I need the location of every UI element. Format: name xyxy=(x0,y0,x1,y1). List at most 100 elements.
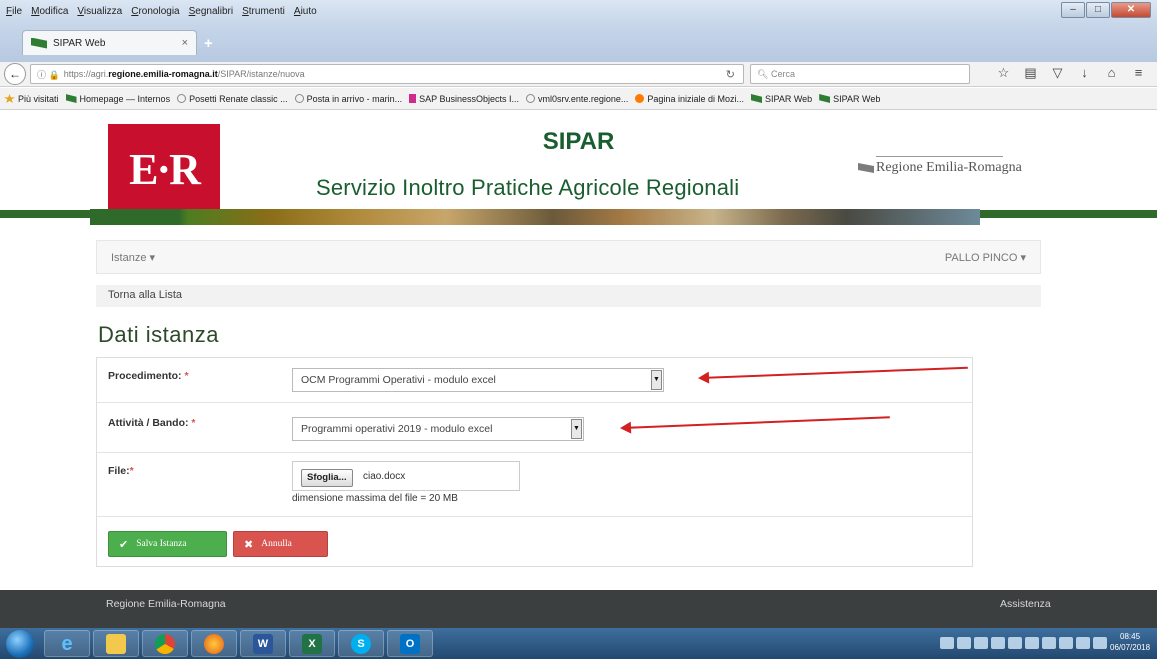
excel-icon: X xyxy=(302,633,322,654)
bookmark-item[interactable]: SIPAR Web xyxy=(750,93,813,104)
form-row-attivita: Attività / Bando: * Programmi operativi … xyxy=(97,403,972,453)
bookmark-item[interactable]: Pagina iniziale di Mozi... xyxy=(635,94,744,104)
attivita-bando-select[interactable]: Programmi operativi 2019 - modulo excel … xyxy=(292,417,584,441)
close-tab-icon[interactable]: × xyxy=(182,37,188,49)
window-controls: – □ ✕ xyxy=(1060,2,1151,18)
tab-sipar-web[interactable]: SIPAR Web × xyxy=(22,30,197,55)
green-flag-icon xyxy=(819,94,831,103)
user-dropdown[interactable]: PALLO PINCO ▾ xyxy=(945,251,1026,264)
tray-icon[interactable] xyxy=(1025,637,1039,649)
url-domain: regione.emilia-romagna.it xyxy=(108,69,218,79)
word-icon: W xyxy=(253,633,273,654)
menu-cronologia[interactable]: Cronologia xyxy=(131,6,179,17)
page-title: Dati istanza xyxy=(98,322,219,347)
header-banner-image xyxy=(90,209,980,225)
outlook-icon: O xyxy=(400,633,420,654)
minimize-icon[interactable]: – xyxy=(1061,2,1085,18)
taskbar-clock[interactable]: 08:45 06/07/2018 xyxy=(1110,631,1150,653)
menu-modifica[interactable]: Modifica xyxy=(31,6,68,17)
header-stripe xyxy=(0,210,90,218)
back-to-list-link[interactable]: Torna alla Lista xyxy=(108,289,182,301)
bookmark-item[interactable]: Homepage — Internos xyxy=(65,94,170,104)
browser-navbar: ← ⓘ 🔒 https://agri. regione.emilia-romagn… xyxy=(0,62,1157,87)
chrome-icon xyxy=(155,633,175,654)
bookmark-label: Più visitati xyxy=(18,93,59,104)
taskbar-ie[interactable]: e xyxy=(44,630,90,657)
browser-tabbar: SIPAR Web × + xyxy=(0,22,1157,62)
start-button-icon[interactable] xyxy=(6,630,34,658)
menu-strumenti[interactable]: Strumenti xyxy=(242,6,285,17)
footer-region: Regione Emilia-Romagna xyxy=(106,598,226,610)
bookmark-item[interactable]: vml0srv.ente.regione... xyxy=(526,94,628,104)
maximize-icon[interactable]: □ xyxy=(1086,2,1110,18)
taskbar-chrome[interactable] xyxy=(142,630,188,657)
menu-file[interactable]: File xyxy=(6,6,22,17)
reload-icon[interactable]: ↻ xyxy=(726,68,735,81)
globe-icon xyxy=(177,94,187,103)
istanze-dropdown[interactable]: Istanze ▾ xyxy=(111,251,155,264)
site-identity-icon[interactable]: ⓘ 🔒 xyxy=(37,68,60,81)
bookmark-label: Pagina iniziale di Mozi... xyxy=(647,93,744,104)
menu-visualizza[interactable]: Visualizza xyxy=(77,6,122,17)
bookmark-label: SIPAR Web xyxy=(764,93,813,104)
procedimento-label: Procedimento: * xyxy=(108,370,189,382)
tray-icon[interactable] xyxy=(940,637,954,649)
tray-icon[interactable] xyxy=(957,637,971,649)
file-input[interactable]: Sfoglia... ciao.docx xyxy=(292,461,520,491)
procedimento-select[interactable]: OCM Programmi Operativi - modulo excel ▼ xyxy=(292,368,664,392)
site-title: SIPAR xyxy=(542,128,615,155)
menu-segnalibri[interactable]: Segnalibri xyxy=(189,6,233,17)
taskbar-outlook[interactable]: O xyxy=(387,630,433,657)
bookmark-label: vml0srv.ente.regione... xyxy=(538,93,629,104)
back-arrow-icon[interactable]: ← xyxy=(4,63,26,85)
download-icon[interactable]: ↓ xyxy=(1071,65,1098,81)
taskbar-explorer[interactable] xyxy=(93,630,139,657)
skype-icon: S xyxy=(351,633,371,654)
save-button[interactable]: ✔ Salva Istanza xyxy=(108,531,227,557)
home-icon[interactable]: ⌂ xyxy=(1098,65,1125,81)
hamburger-menu-icon[interactable]: ≡ xyxy=(1125,65,1152,81)
taskbar-firefox[interactable] xyxy=(191,630,237,657)
divider xyxy=(876,156,1003,157)
pocket-icon[interactable]: ▽ xyxy=(1044,65,1071,81)
bookmark-label: SAP BusinessObjects I... xyxy=(419,93,520,104)
chevron-down-icon[interactable]: ▼ xyxy=(651,370,662,390)
taskbar-excel[interactable]: X xyxy=(289,630,335,657)
tray-icon[interactable] xyxy=(1008,637,1022,649)
site-subtitle: Servizio Inoltro Pratiche Agricole Regio… xyxy=(316,175,740,200)
bookmark-item[interactable]: Posta in arrivo - marin... xyxy=(294,93,403,104)
search-input[interactable]: 🔍︎ Cerca xyxy=(750,64,970,84)
tray-icon[interactable] xyxy=(991,637,1005,649)
chevron-down-icon[interactable]: ▼ xyxy=(571,419,582,439)
tray-icon[interactable] xyxy=(1059,637,1073,649)
clock-date: 06/07/2018 xyxy=(1110,643,1151,652)
taskbar-word[interactable]: W xyxy=(240,630,286,657)
star-icon xyxy=(4,94,15,103)
bookmark-item[interactable]: Posetti Renate classic ... xyxy=(177,94,288,104)
menu-aiuto[interactable]: Aiuto xyxy=(294,6,317,17)
required-mark: * xyxy=(184,370,189,382)
footer-assistenza-link[interactable]: Assistenza xyxy=(1000,598,1051,610)
bookmark-item[interactable]: SAP BusinessObjects I... xyxy=(409,94,519,104)
reading-list-icon[interactable]: ▤ xyxy=(1017,65,1044,81)
close-window-icon[interactable]: ✕ xyxy=(1111,2,1151,18)
cancel-button[interactable]: ✖ Annulla xyxy=(233,531,328,557)
form-row-file: File:* Sfoglia... ciao.docx dimensione m… xyxy=(97,453,972,517)
bookmark-star-icon[interactable]: ☆ xyxy=(990,65,1017,81)
tray-icon[interactable] xyxy=(974,637,988,649)
clock-time: 08:45 xyxy=(1120,632,1141,641)
bookmark-item[interactable]: SIPAR Web xyxy=(819,94,880,104)
tab-title: SIPAR Web xyxy=(53,37,106,49)
taskbar-skype[interactable]: S xyxy=(338,630,384,657)
tray-icon[interactable] xyxy=(1093,637,1107,649)
file-size-hint: dimensione massima del file = 20 MB xyxy=(292,493,458,504)
bookmark-item[interactable]: Più visitati xyxy=(4,94,59,104)
tray-icon[interactable] xyxy=(1076,637,1090,649)
browse-button[interactable]: Sfoglia... xyxy=(301,469,353,487)
green-flag-icon xyxy=(65,94,77,103)
bookmarks-bar: Più visitati Homepage — Internos Posetti… xyxy=(0,88,1157,110)
tray-icon[interactable] xyxy=(1042,637,1056,649)
url-bar[interactable]: ⓘ 🔒 https://agri. regione.emilia-romagna.… xyxy=(30,64,744,84)
new-tab-icon[interactable]: + xyxy=(204,35,213,52)
bookmark-label: Posta in arrivo - marin... xyxy=(306,93,403,104)
